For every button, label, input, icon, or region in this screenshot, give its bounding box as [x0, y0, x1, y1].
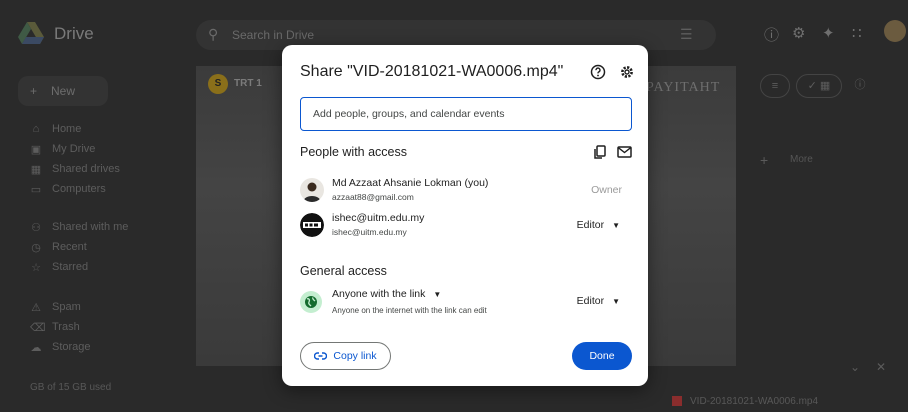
- dialog-title: Share "VID-20181021-WA0006.mp4": [300, 63, 564, 80]
- search-options-icon[interactable]: ☰: [680, 26, 693, 43]
- person-name: Md Azzaat Ahsanie Lokman (you): [332, 177, 489, 189]
- people-icon: ⚇: [31, 221, 41, 234]
- sidebar-item-starred[interactable]: ☆ Starred: [30, 258, 180, 276]
- chevron-down-icon[interactable]: ⌄: [850, 360, 860, 374]
- general-access-heading: General access: [300, 264, 387, 278]
- globe-icon: [300, 291, 322, 313]
- list-view-icon[interactable]: ≡: [760, 74, 790, 98]
- access-list-item: Md Azzaat Ahsanie Lokman (you) azzaat88@…: [300, 176, 634, 208]
- upload-panel: ⌄ ✕ VID-20181021-WA0006.mp4: [650, 356, 908, 412]
- upload-file-name: VID-20181021-WA0006.mp4: [690, 396, 819, 407]
- general-access-row: Anyone with the link ▼ Anyone on the int…: [300, 287, 634, 321]
- access-list-item: ishec@uitm.edu.my ishec@uitm.edu.my Edit…: [300, 211, 634, 243]
- sparkle-icon[interactable]: ✦: [822, 24, 835, 42]
- owner-role-label: Owner: [591, 184, 622, 196]
- preview-title-text: PAYITAHT: [646, 80, 721, 95]
- new-button-label: New: [51, 84, 76, 98]
- link-role-dropdown[interactable]: Editor ▼: [577, 295, 620, 307]
- clock-icon: ◷: [31, 241, 41, 254]
- home-icon: ⌂: [32, 123, 40, 135]
- people-with-access-heading: People with access: [300, 145, 408, 159]
- sidebar-item-trash[interactable]: ⌫ Trash: [30, 318, 180, 336]
- new-button[interactable]: + New: [18, 76, 108, 106]
- sidebar-item-shared-with-me[interactable]: ⚇ Shared with me: [30, 218, 180, 236]
- user-avatar: [300, 178, 324, 202]
- sidebar-item-storage[interactable]: ☁ Storage: [30, 338, 180, 356]
- caret-down-icon: ▼: [612, 296, 620, 306]
- close-icon[interactable]: ✕: [876, 360, 886, 374]
- gear-icon[interactable]: [619, 64, 635, 80]
- help-icon[interactable]: [590, 64, 606, 80]
- person-name: ishec@uitm.edu.my: [332, 212, 425, 224]
- storage-usage-text: GB of 15 GB used: [30, 382, 112, 393]
- trash-icon: ⌫: [30, 321, 46, 334]
- email-icon[interactable]: [617, 146, 632, 158]
- plus-icon: +: [30, 84, 38, 98]
- sidebar-item-my-drive[interactable]: ▣ My Drive: [30, 140, 180, 158]
- cloud-icon: ☁: [30, 341, 42, 354]
- spam-icon: ⚠: [31, 301, 41, 314]
- channel-name: TRT 1: [234, 78, 262, 89]
- sidebar-item-shared-drives[interactable]: ▦ Shared drives: [30, 160, 180, 178]
- link-access-label: Anyone with the link: [332, 288, 426, 300]
- person-email: azzaat88@gmail.com: [332, 192, 414, 202]
- editor-role-dropdown[interactable]: Editor ▼: [577, 219, 620, 231]
- drive-icon: ▣: [30, 143, 42, 156]
- add-people-input[interactable]: [300, 97, 632, 131]
- drive-logo-text: Drive: [54, 24, 94, 43]
- search-placeholder: Search in Drive: [232, 28, 315, 42]
- view-toolbar: ≡ ✓ ▦ ⓘ: [760, 74, 900, 104]
- copy-link-label: Copy link: [333, 350, 377, 362]
- search-icon: ⚲: [208, 26, 219, 42]
- link-access-dropdown[interactable]: Anyone with the link ▼: [332, 288, 441, 300]
- video-file-icon: [672, 396, 682, 406]
- sidebar-item-home[interactable]: ⌂ Home: [30, 120, 180, 138]
- info-icon[interactable]: ⓘ: [848, 74, 872, 98]
- drive-logo-icon: [18, 22, 44, 44]
- sidebar-item-recent[interactable]: ◷ Recent: [30, 238, 180, 256]
- account-avatar[interactable]: [884, 20, 906, 42]
- apps-grid-icon[interactable]: ∷: [852, 24, 862, 42]
- star-icon: ☆: [31, 261, 41, 274]
- channel-logo: S: [208, 74, 228, 94]
- caret-down-icon: ▼: [612, 220, 620, 230]
- sidebar-item-spam[interactable]: ⚠ Spam: [30, 298, 180, 316]
- done-button[interactable]: Done: [572, 342, 632, 370]
- grid-view-toggle[interactable]: ✓ ▦: [796, 74, 842, 98]
- sidebar-item-computers[interactable]: ▭ Computers: [30, 180, 180, 198]
- settings-icon[interactable]: ⚙: [792, 24, 805, 42]
- link-access-description: Anyone on the internet with the link can…: [332, 306, 487, 315]
- org-avatar: [300, 213, 324, 237]
- link-icon: [314, 352, 328, 360]
- person-email: ishec@uitm.edu.my: [332, 227, 407, 237]
- shared-drives-icon: ▦: [30, 163, 42, 176]
- add-icon[interactable]: +: [760, 152, 768, 168]
- help-circle-icon[interactable]: ⓘ: [764, 24, 779, 45]
- caret-down-icon: ▼: [433, 289, 442, 299]
- role-label: Editor: [576, 295, 605, 307]
- more-label[interactable]: More: [790, 154, 813, 165]
- copy-link-button[interactable]: Copy link: [300, 342, 391, 370]
- share-dialog: Share "VID-20181021-WA0006.mp4" People w…: [282, 45, 648, 386]
- drive-sidebar: + New ⌂ Home ▣ My Drive ▦ Shared drives ▭ Co…: [0, 62, 180, 412]
- computer-icon: ▭: [30, 183, 42, 196]
- copy-emails-icon[interactable]: [593, 145, 607, 159]
- role-label: Editor: [576, 219, 605, 231]
